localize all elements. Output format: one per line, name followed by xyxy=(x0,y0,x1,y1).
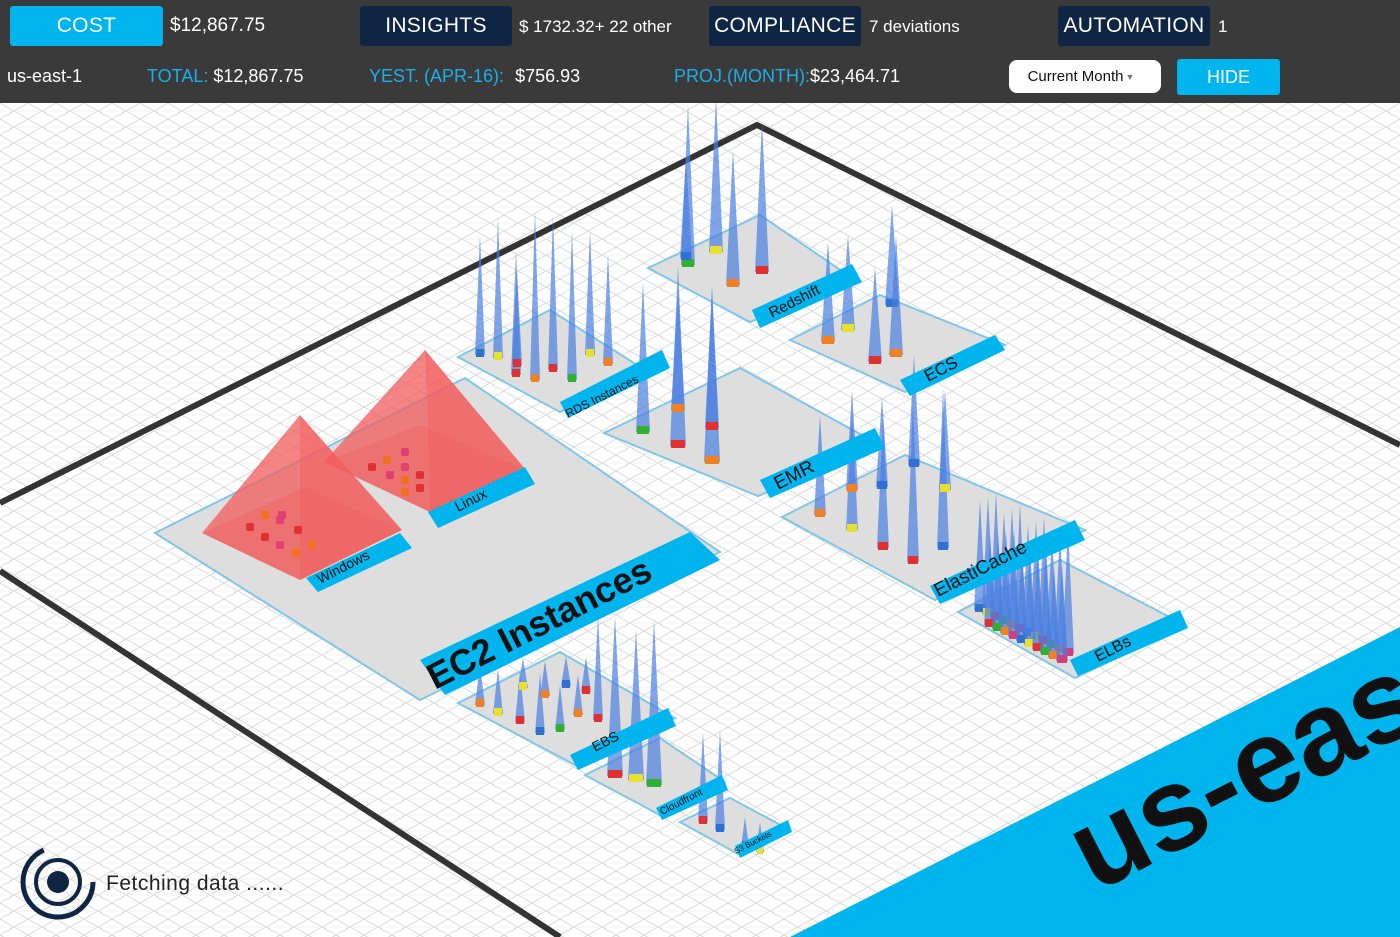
cost-spike-base xyxy=(842,324,854,332)
linux-instance-marker xyxy=(383,456,391,464)
loading-text: Fetching data ...... xyxy=(106,872,285,895)
linux-instance-marker xyxy=(401,488,409,496)
automation-value: 1 xyxy=(1218,17,1228,36)
hide-button[interactable]: HIDE xyxy=(1177,59,1280,95)
linux-instance-marker xyxy=(416,484,424,492)
cost-spike-base xyxy=(706,422,718,430)
cost-spike-base xyxy=(815,509,825,517)
region-label: us-east-1 xyxy=(7,66,83,86)
windows-instance-marker xyxy=(246,523,254,531)
cost-spike-base xyxy=(847,484,857,492)
cost-spike-base xyxy=(699,816,707,824)
windows-instance-marker xyxy=(308,541,316,549)
windows-instance-marker xyxy=(278,511,286,519)
cost-spike-base xyxy=(494,708,502,716)
period-select-value: Current Month xyxy=(1027,68,1124,85)
chevron-down-icon: ▼ xyxy=(1125,71,1135,82)
cost-spike-base xyxy=(909,459,919,467)
insights-tab[interactable]: INSIGHTS xyxy=(360,6,512,46)
cost-spike-base xyxy=(681,252,691,260)
cost-spike-base xyxy=(608,770,622,778)
cost-spike-base xyxy=(594,714,602,722)
cost-spike-base xyxy=(1057,655,1067,663)
yesterday-value: $756.93 xyxy=(515,66,581,86)
cost-spike-base xyxy=(562,680,570,688)
cost-spike-base xyxy=(556,724,564,732)
yesterday-summary: YEST. (APR-16): $756.93 xyxy=(369,66,580,87)
cost-spike-base xyxy=(568,374,576,382)
total-value: $12,867.75 xyxy=(213,66,304,86)
cost-spike-base xyxy=(574,709,582,717)
cost-spike-base xyxy=(890,349,902,357)
scene-canvas[interactable]: us-east-1 EC2 InstancesRDS InstancesReds… xyxy=(0,103,1400,937)
linux-instance-marker xyxy=(368,463,376,471)
windows-instance-marker xyxy=(261,533,269,541)
cost-spike-base xyxy=(705,456,719,464)
total-label: TOTAL: xyxy=(147,66,209,86)
cost-spike-base xyxy=(637,426,649,434)
total-summary: TOTAL: $12,867.75 xyxy=(147,66,303,87)
cost-spike-base xyxy=(940,484,950,492)
insights-value: $ 1732.32+ 22 other xyxy=(519,17,672,36)
windows-instance-marker xyxy=(292,549,300,557)
compliance-value: 7 deviations xyxy=(869,17,960,36)
cost-spike-base xyxy=(541,690,549,698)
cost-spike-base xyxy=(513,359,521,367)
cost-spike-base xyxy=(476,349,484,357)
automation-tab[interactable]: AUTOMATION xyxy=(1058,6,1210,46)
compliance-tab[interactable]: COMPLIANCE xyxy=(709,6,861,46)
cost-spike-base xyxy=(682,259,694,267)
cost-spike-base xyxy=(647,779,661,787)
cost-spike-base xyxy=(629,774,643,782)
cost-spike-base xyxy=(938,542,948,550)
cost-spike-base xyxy=(516,716,524,724)
cost-tab[interactable]: COST xyxy=(10,6,163,46)
cost-spike-base xyxy=(672,404,684,412)
cost-spike-base xyxy=(512,369,520,377)
top-bar: COST $12,867.75 INSIGHTS $ 1732.32+ 22 o… xyxy=(0,0,1400,103)
linux-instance-marker xyxy=(401,448,409,456)
projection-label: PROJ.(MONTH): xyxy=(674,66,810,86)
loading-indicator: Fetching data ...... xyxy=(18,842,318,920)
linux-instance-marker xyxy=(401,476,409,484)
cost-spike-base xyxy=(869,356,881,364)
yesterday-label: YEST. (APR-16): xyxy=(369,66,505,86)
cost-spike-base xyxy=(582,686,590,694)
cost-spike-base xyxy=(822,336,834,344)
cost-spike-base xyxy=(756,266,768,274)
projection-summary: PROJ.(MONTH):$23,464.71 xyxy=(674,66,900,87)
cost-value: $12,867.75 xyxy=(170,15,266,36)
cost-spike-base xyxy=(877,481,887,489)
cost-3d-scene[interactable]: us-east-1 EC2 Instances RDS Instances Reds… xyxy=(0,103,1400,937)
cost-spike-base xyxy=(476,699,484,707)
cost-spike-base xyxy=(531,374,539,382)
cost-spike-base xyxy=(716,824,724,832)
linux-instance-marker xyxy=(386,471,394,479)
cost-spike-base xyxy=(536,727,544,735)
linux-instance-marker xyxy=(416,471,424,479)
windows-instance-marker xyxy=(276,541,284,549)
cost-spike-base xyxy=(847,524,857,532)
projection-value: $23,464.71 xyxy=(809,66,901,86)
cost-spike-base xyxy=(671,440,685,448)
cost-spike-base xyxy=(586,349,594,357)
linux-instance-marker xyxy=(401,463,409,471)
windows-instance-marker xyxy=(261,511,269,519)
cost-spike-base xyxy=(727,279,739,287)
cost-spike-base xyxy=(519,682,527,690)
period-select[interactable]: Current Month ▼ xyxy=(1009,60,1161,93)
cost-spike-base xyxy=(908,556,918,564)
cost-spike-base xyxy=(604,358,612,366)
cost-spike-base xyxy=(878,542,888,550)
cost-spike-base xyxy=(494,352,502,360)
cost-spike-base xyxy=(710,246,722,254)
loading-spinner-icon xyxy=(20,844,96,920)
windows-instance-marker xyxy=(294,526,302,534)
cost-spike-base xyxy=(549,364,557,372)
